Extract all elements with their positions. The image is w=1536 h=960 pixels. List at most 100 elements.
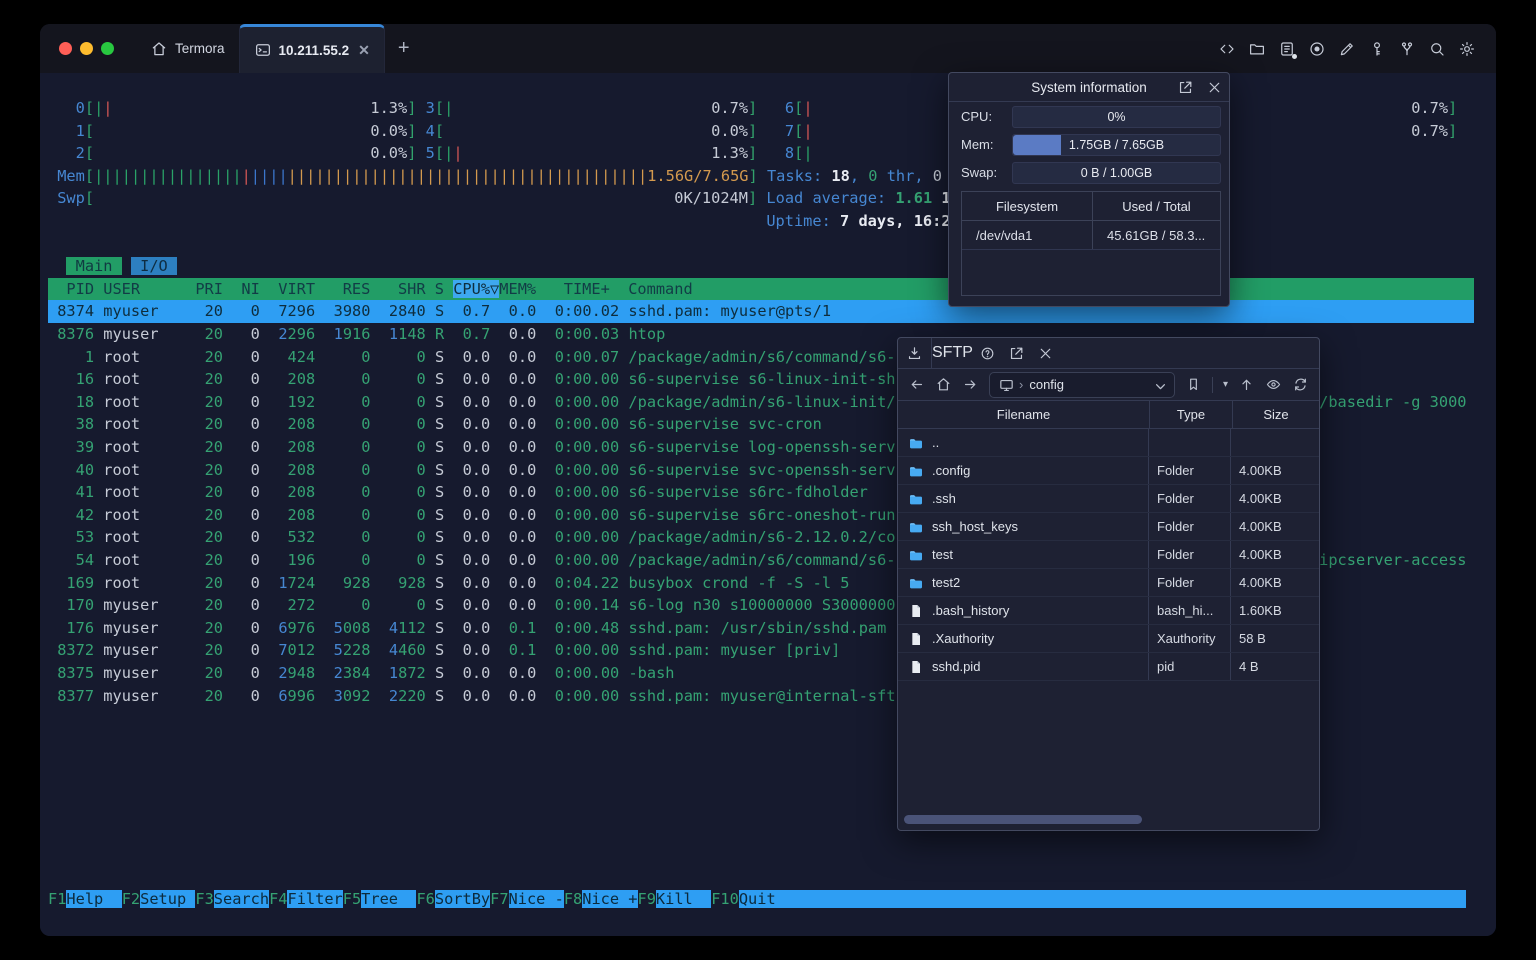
process-command: s6-supervise svc-openssh-serv [628, 460, 896, 479]
fn-key-f7[interactable]: F7 [490, 890, 508, 908]
swap-usage-value: 0 B / 1.00GB [1080, 165, 1153, 180]
fn-key-f6[interactable]: F6 [416, 890, 434, 908]
fn-label-f4[interactable]: Filter [287, 890, 343, 908]
cpu-meter-value: 1.3% [711, 144, 749, 163]
popout-icon[interactable] [1177, 79, 1194, 96]
file-row[interactable]: ssh_host_keys Folder 4.00KB [898, 513, 1319, 541]
column-headers: PID USER PRI NI VIRT RES SHR S [48, 279, 454, 298]
file-row[interactable]: sshd.pid pid 4 B [898, 653, 1319, 681]
fn-label-f3[interactable]: Search [213, 890, 270, 908]
file-row[interactable]: .ssh Folder 4.00KB [898, 485, 1319, 513]
user-cell: root [103, 392, 196, 411]
minimize-window-button[interactable] [80, 42, 93, 55]
fn-key-f2[interactable]: F2 [122, 890, 140, 908]
cpu-meter-value: 0.0% [370, 144, 408, 163]
code-icon[interactable] [1218, 40, 1236, 58]
close-icon[interactable] [1206, 79, 1223, 96]
fn-label-f8[interactable]: Nice + [582, 890, 638, 908]
filename-cell: .bash_history [932, 603, 1010, 618]
tab-termora-home[interactable]: Termora [136, 24, 239, 73]
fn-label-f6[interactable]: SortBy [434, 890, 491, 908]
size-cell: 4.00KB [1239, 491, 1282, 506]
settings-icon[interactable] [1458, 40, 1476, 58]
key-icon[interactable] [1368, 40, 1386, 58]
state-cell: S [435, 618, 445, 637]
pid-cell: 8372 [48, 641, 95, 660]
tab-io[interactable]: I/O [130, 257, 177, 276]
scrollbar-thumb[interactable] [904, 815, 1142, 824]
user-cell: myuser [103, 618, 196, 637]
keychain-icon[interactable] [1398, 40, 1416, 58]
fn-label-f10[interactable]: Quit [738, 890, 795, 908]
new-tab-button[interactable]: + [385, 24, 423, 73]
back-icon[interactable] [908, 376, 925, 393]
cpu-meter-label: 5 [425, 144, 435, 163]
fn-label-f1[interactable]: Help [66, 890, 122, 908]
cpu-usage-value: 0% [1107, 109, 1126, 124]
record-icon[interactable] [1308, 40, 1326, 58]
user-cell: root [103, 438, 196, 456]
download-button[interactable] [898, 338, 932, 368]
edit-icon[interactable] [1338, 40, 1356, 58]
sort-column-cpu[interactable]: CPU%▽ [453, 279, 500, 298]
process-table-header: PID USER PRI NI VIRT RES SHR S CPU%▽MEM%… [48, 277, 1474, 301]
tab-main[interactable]: Main [66, 257, 122, 276]
filename-col-header[interactable]: Filename [898, 401, 1150, 428]
pid-cell: 8377 [48, 686, 95, 705]
home-icon[interactable] [935, 376, 952, 393]
file-row[interactable]: .. [898, 429, 1319, 457]
filesystem-row[interactable]: /dev/vda1 45.61GB / 58.3... [962, 221, 1220, 250]
filename-cell: .. [932, 435, 940, 450]
refresh-icon[interactable] [1292, 376, 1309, 393]
file-row[interactable]: .Xauthority Xauthority 58 B [898, 625, 1319, 653]
pid-cell: 16 [48, 370, 95, 389]
type-col-header[interactable]: Type [1150, 401, 1233, 428]
horizontal-scrollbar[interactable] [902, 815, 1315, 824]
path-breadcrumb[interactable]: › config [989, 371, 1175, 398]
fn-key-f10[interactable]: F10 [711, 890, 739, 908]
zoom-window-button[interactable] [101, 42, 114, 55]
tab-close-icon[interactable]: ✕ [358, 42, 370, 59]
fn-label-f2[interactable]: Setup [140, 890, 196, 908]
close-icon[interactable] [1037, 345, 1054, 362]
bookmark-icon[interactable] [1185, 376, 1202, 393]
fn-label-f5[interactable]: Tree [361, 890, 417, 908]
pid-cell: 18 [48, 392, 95, 411]
fn-key-f5[interactable]: F5 [343, 890, 361, 908]
fn-key-f9[interactable]: F9 [638, 890, 656, 908]
forward-icon[interactable] [962, 376, 979, 393]
bookmark-dropdown-caret[interactable]: ▾ [1223, 379, 1228, 390]
process-row[interactable]: 8374 myuser 20 0 7296 3980 2840 S 0.7 0.… [48, 300, 1474, 324]
show-hidden-eye-icon[interactable] [1265, 376, 1282, 393]
pid-cell: 176 [48, 618, 95, 637]
size-cell: 4.00KB [1239, 575, 1282, 590]
process-command: sshd.pam: /usr/sbin/sshd.pam [628, 618, 887, 637]
file-row[interactable]: test2 Folder 4.00KB [898, 569, 1319, 597]
fn-label-f9[interactable]: Kill [655, 890, 712, 908]
folder-icon [908, 491, 924, 507]
help-icon[interactable] [979, 345, 996, 362]
file-row[interactable]: .config Folder 4.00KB [898, 457, 1319, 485]
fn-key-f1[interactable]: F1 [48, 890, 66, 908]
fn-label-f7[interactable]: Nice - [508, 890, 564, 908]
log-icon[interactable] [1278, 40, 1297, 59]
fn-key-f4[interactable]: F4 [269, 890, 287, 908]
popout-icon[interactable] [1008, 345, 1025, 362]
sftp-title: SFTP [932, 344, 973, 361]
fn-key-f8[interactable]: F8 [564, 890, 582, 908]
fn-key-f3[interactable]: F3 [195, 890, 213, 908]
uptime-line: Uptime: 7 days, 16:2 [48, 210, 1474, 233]
close-window-button[interactable] [59, 42, 72, 55]
up-directory-icon[interactable] [1238, 376, 1255, 393]
tab-session-active[interactable]: 10.211.55.2 ✕ [238, 24, 385, 73]
swap-label: Swap: [961, 165, 998, 180]
search-icon[interactable] [1428, 40, 1446, 58]
cpu-label: CPU: [961, 109, 993, 124]
size-col-header[interactable]: Size [1233, 401, 1319, 428]
user-cell: myuser [103, 641, 196, 660]
file-row[interactable]: .bash_history bash_hi... 1.60KB [898, 597, 1319, 625]
file-row[interactable]: test Folder 4.00KB [898, 541, 1319, 569]
chevron-down-icon[interactable] [1152, 378, 1166, 392]
cpu-meter-label: 2 [75, 144, 85, 163]
folder-icon[interactable] [1248, 40, 1266, 58]
